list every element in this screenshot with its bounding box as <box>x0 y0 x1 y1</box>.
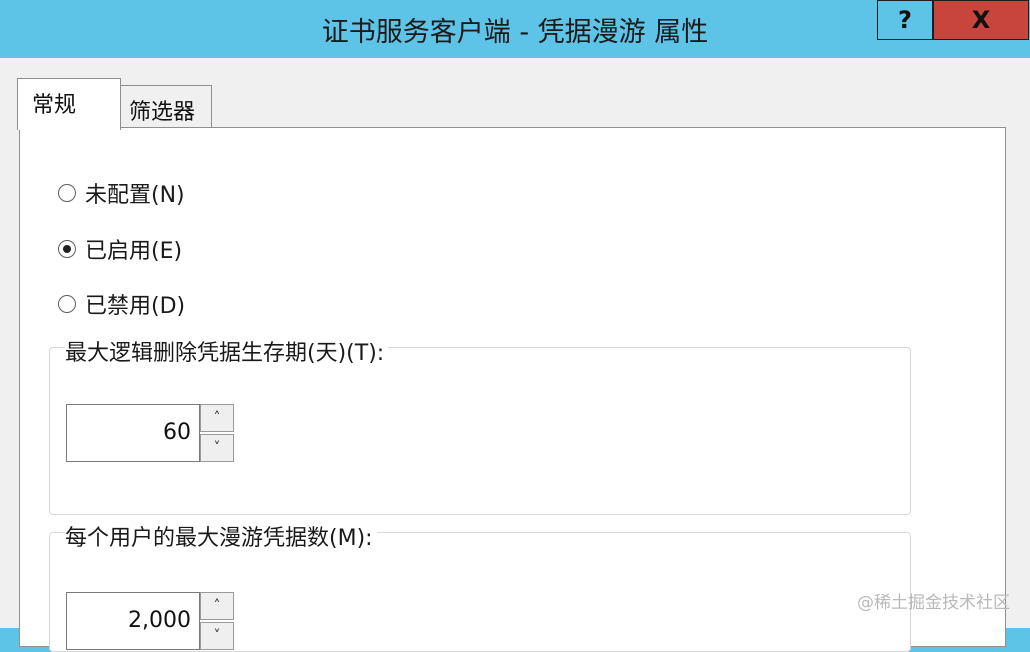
radio-not-configured[interactable]: 未配置(N) <box>58 177 185 209</box>
radio-disabled[interactable]: 已禁用(D) <box>58 288 185 320</box>
tombstone-days-stepper[interactable]: 60 ˄ ˅ <box>66 404 234 462</box>
radio-label: 已禁用(D) <box>85 294 186 319</box>
stepper-buttons: ˄ ˅ <box>200 592 234 650</box>
radio-enabled[interactable]: 已启用(E) <box>58 233 182 265</box>
radio-button[interactable] <box>58 184 76 202</box>
max-credentials-input[interactable]: 2,000 <box>66 592 200 650</box>
group-label-tombstone: 最大逻辑删除凭据生存期(天)(T): <box>65 335 389 367</box>
chevron-up-icon[interactable]: ˄ <box>200 404 234 432</box>
stepper-buttons: ˄ ˅ <box>200 404 234 462</box>
tab-general[interactable]: 常规 <box>17 78 121 130</box>
chevron-up-icon[interactable]: ˄ <box>200 592 234 620</box>
radio-label: 已启用(E) <box>85 239 183 264</box>
tombstone-days-input[interactable]: 60 <box>66 404 200 462</box>
radio-button[interactable] <box>58 295 76 313</box>
chevron-down-icon[interactable]: ˅ <box>200 434 234 462</box>
help-button[interactable]: ? <box>877 0 933 40</box>
chevron-down-icon[interactable]: ˅ <box>200 622 234 650</box>
window-title: 证书服务客户端 - 凭据漫游 属性 <box>321 17 709 48</box>
radio-button[interactable] <box>58 240 76 258</box>
radio-label: 未配置(N) <box>85 183 185 208</box>
max-credentials-stepper[interactable]: 2,000 ˄ ˅ <box>66 592 234 650</box>
watermark: @稀土掘金技术社区 <box>857 593 1010 613</box>
title-bar: 证书服务客户端 - 凭据漫游 属性 ? X <box>0 0 1030 58</box>
tab-filters[interactable]: 筛选器 <box>120 85 212 128</box>
group-label-max-credentials: 每个用户的最大漫游凭据数(M): <box>65 520 377 552</box>
close-button[interactable]: X <box>933 0 1029 40</box>
